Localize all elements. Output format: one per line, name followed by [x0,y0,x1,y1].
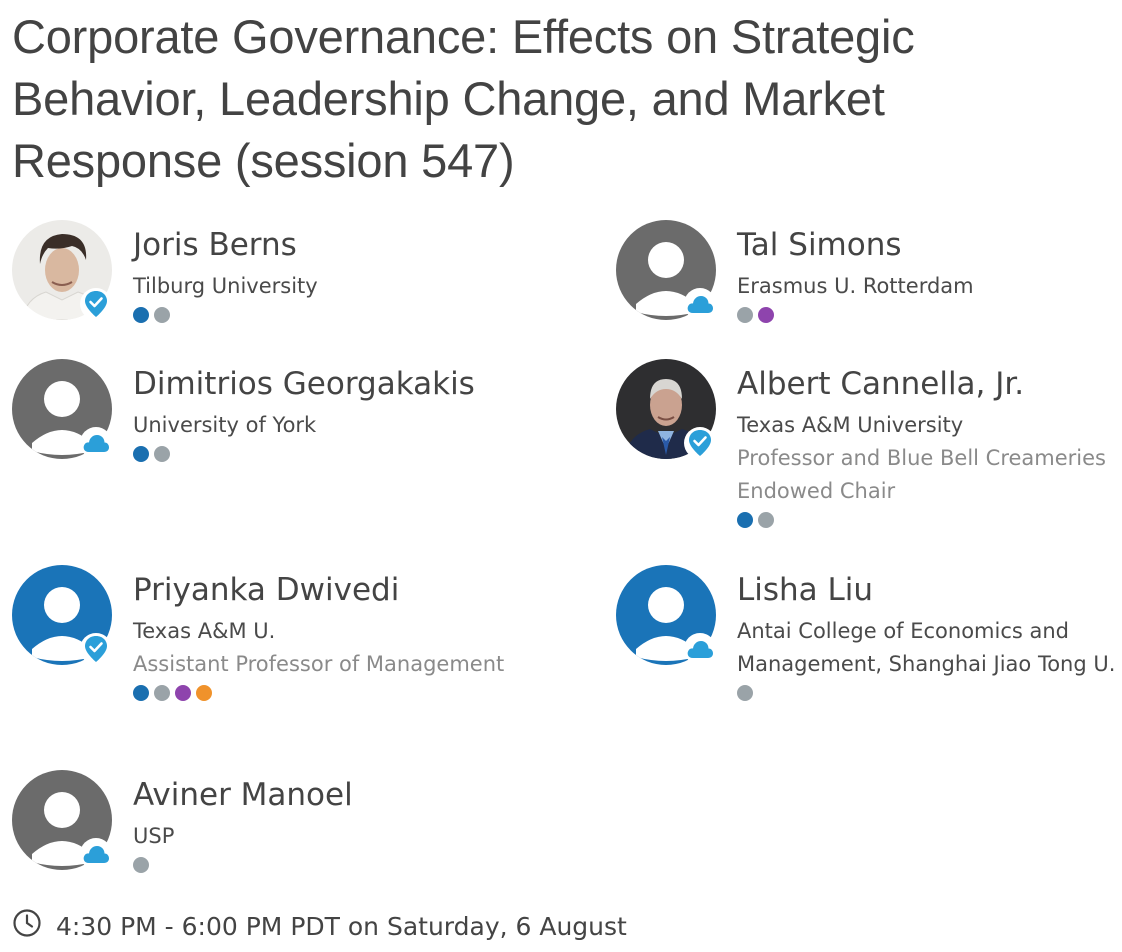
track-dot [737,512,753,528]
cloud-icon [80,838,112,870]
track-dot [133,307,149,323]
speaker-role: Assistant Professor of Management [133,652,505,676]
track-dot [737,307,753,323]
track-dot [737,685,753,701]
track-dot [175,685,191,701]
speaker-affiliation: USP [133,824,175,848]
verified-icon [80,633,112,665]
speaker-name[interactable]: Dimitrios Georgakakis [133,359,523,409]
track-dot [133,685,149,701]
track-dots [737,512,1122,528]
session-time: 4:30 PM - 6:00 PM PDT on Saturday, 6 Aug… [12,908,627,944]
speaker-affiliation: Texas A&M U. [133,619,276,643]
clock-icon [12,908,42,944]
track-dot [196,685,212,701]
speaker-name[interactable]: Lisha Liu [737,565,1117,615]
speaker-affiliation: Antai College of Economics and Managemen… [737,619,1116,676]
track-dot [154,446,170,462]
speaker-role: Professor and Blue Bell Creameries Endow… [737,446,1106,503]
track-dot [758,512,774,528]
speaker-name[interactable]: Albert Cannella, Jr. [737,359,1122,409]
speaker-name[interactable]: Priyanka Dwivedi [133,565,523,615]
track-dots [133,857,523,873]
cloud-icon [684,288,716,320]
speaker-name[interactable]: Tal Simons [737,220,1122,270]
verified-icon [80,288,112,320]
session-time-text: 4:30 PM - 6:00 PM PDT on Saturday, 6 Aug… [56,911,627,941]
track-dot [133,446,149,462]
speaker-name[interactable]: Joris Berns [133,220,523,270]
track-dots [133,307,523,323]
track-dot [154,307,170,323]
track-dot [133,857,149,873]
track-dot [154,685,170,701]
cloud-icon [684,633,716,665]
track-dots [133,446,523,462]
speaker-affiliation: Erasmus U. Rotterdam [737,274,974,298]
track-dots [737,307,1122,323]
cloud-icon [80,427,112,459]
session-title: Corporate Governance: Effects on Strateg… [12,10,915,187]
track-dots [737,685,1117,701]
track-dots [133,685,523,701]
speaker-affiliation: University of York [133,413,317,437]
speaker-affiliation: Tilburg University [133,274,318,298]
speaker-affiliation: Texas A&M University [737,413,964,437]
track-dot [758,307,774,323]
verified-icon [684,427,716,459]
speaker-name[interactable]: Aviner Manoel [133,770,523,820]
